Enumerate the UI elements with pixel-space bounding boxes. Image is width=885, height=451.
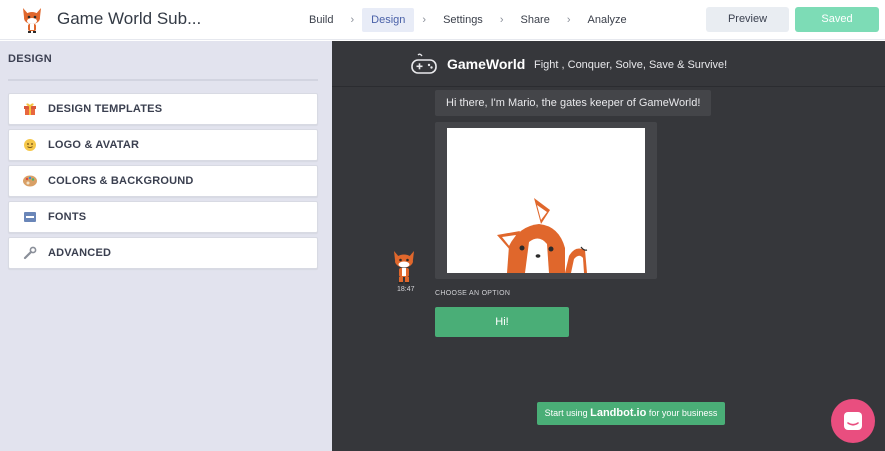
- menu-item-label: ADVANCED: [48, 247, 112, 259]
- sidebar-title: DESIGN: [8, 53, 52, 65]
- chatbot-preview: GameWorld Fight , Conquer, Solve, Save &…: [332, 41, 885, 451]
- step-build[interactable]: Build: [300, 8, 342, 32]
- step-design[interactable]: Design: [362, 8, 415, 32]
- chat-launcher-button[interactable]: [831, 399, 875, 443]
- chevron-right-icon: ›: [422, 14, 427, 26]
- step-share[interactable]: Share: [511, 8, 558, 32]
- chat-header: GameWorld Fight , Conquer, Solve, Save &…: [332, 41, 885, 87]
- chat-icon: [844, 412, 862, 430]
- palette-icon: [22, 173, 38, 189]
- design-sidebar: DESIGN DESIGN TEMPLATES LOGO & AVATAR CO…: [0, 41, 332, 451]
- bot-message: Hi there, I'm Mario, the gates keeper of…: [435, 90, 711, 116]
- promo-brand: Landbot.io: [590, 407, 647, 419]
- menu-item-design-templates[interactable]: DESIGN TEMPLATES: [8, 93, 318, 125]
- gamepad-icon: [411, 53, 437, 74]
- menu-item-fonts[interactable]: FONTS: [8, 201, 318, 233]
- menu-item-label: DESIGN TEMPLATES: [48, 103, 163, 115]
- design-menu: DESIGN TEMPLATES LOGO & AVATAR COLORS & …: [8, 93, 318, 273]
- fox-peek-image: [447, 128, 645, 273]
- landbot-promo-button[interactable]: Start using Landbot.io for your business: [537, 402, 725, 425]
- menu-item-advanced[interactable]: ADVANCED: [8, 237, 318, 269]
- promo-suffix: for your business: [646, 408, 718, 418]
- bot-avatar: [394, 251, 414, 284]
- bot-image-message: [435, 122, 657, 279]
- step-settings[interactable]: Settings: [434, 8, 492, 32]
- chevron-right-icon: ›: [350, 14, 355, 26]
- fox-logo-icon: [23, 8, 41, 33]
- option-button-hi[interactable]: Hi!: [435, 307, 569, 337]
- preview-button[interactable]: Preview: [706, 7, 789, 32]
- divider: [8, 79, 318, 81]
- menu-item-colors-background[interactable]: COLORS & BACKGROUND: [8, 165, 318, 197]
- menu-item-label: LOGO & AVATAR: [48, 139, 140, 151]
- menu-item-label: COLORS & BACKGROUND: [48, 175, 194, 187]
- chevron-right-icon: ›: [566, 14, 571, 26]
- abc-icon: [22, 209, 38, 225]
- choose-option-label: CHOOSE AN OPTION: [435, 290, 511, 297]
- smiley-icon: [22, 137, 38, 153]
- menu-item-label: FONTS: [48, 211, 87, 223]
- brand-name: GameWorld: [447, 56, 526, 72]
- gift-icon: [22, 101, 38, 117]
- chevron-right-icon: ›: [499, 14, 504, 26]
- workflow-steps: Build › Design › Settings › Share › Anal…: [300, 7, 636, 33]
- wrench-icon: [22, 245, 38, 261]
- message-time: 18:47: [397, 286, 415, 293]
- step-analyze[interactable]: Analyze: [579, 8, 636, 32]
- brand-tagline: Fight , Conquer, Solve, Save & Survive!: [534, 59, 728, 71]
- menu-item-logo-avatar[interactable]: LOGO & AVATAR: [8, 129, 318, 161]
- promo-prefix: Start using: [544, 408, 591, 418]
- saved-button[interactable]: Saved: [795, 7, 879, 32]
- top-bar: Game World Sub... Build › Design › Setti…: [0, 0, 885, 40]
- app-title[interactable]: Game World Sub...: [57, 9, 201, 29]
